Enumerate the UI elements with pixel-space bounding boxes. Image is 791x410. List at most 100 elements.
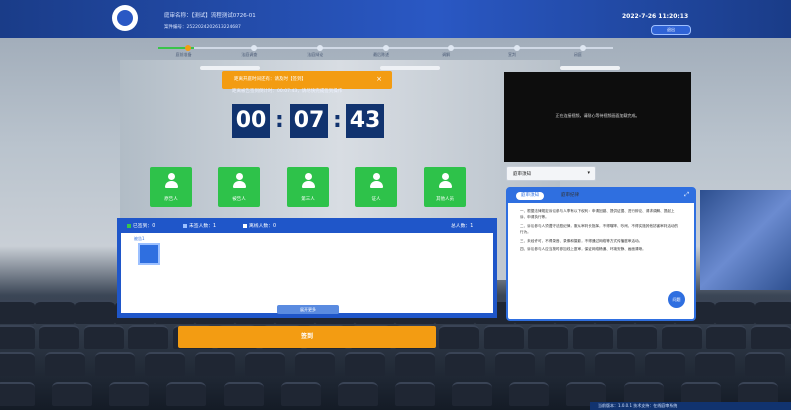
seat (45, 352, 85, 376)
progress-step-dot (448, 45, 455, 51)
chevron-down-icon: ▾ (587, 170, 590, 176)
seat (83, 325, 124, 349)
role-button[interactable]: 原告人 (150, 167, 192, 207)
seat (39, 325, 80, 349)
progress-step-dot (382, 45, 389, 51)
seat (109, 382, 150, 406)
progress-step-label: 法庭调查 (241, 52, 258, 57)
notice-text-body: 一、根据法律规定诉讼参与人享有以下权利：申请回避、提供证据、进行辩论、请求调解、… (520, 208, 680, 254)
third-party-icon (301, 173, 315, 189)
exit-button[interactable]: 退出 (651, 25, 691, 35)
notice-paragraph: 三、未经许可，不得录音、录像和摄影，不得通过网络等方式传播庭审活动。 (520, 238, 643, 243)
plaintiff-icon (164, 173, 178, 189)
other-icon (438, 173, 452, 189)
seat (0, 300, 35, 324)
seat (528, 325, 569, 349)
progress-step-label: 庭前准备 (175, 52, 192, 57)
role-button[interactable]: 证人 (355, 167, 397, 207)
progress-step-dot (185, 45, 191, 51)
seat (509, 382, 550, 406)
progress-step-dot (250, 45, 257, 51)
attendance-panel: 已签到：0 未签人数：1 离线人数：0 总人数：1 (117, 218, 497, 318)
video-panel: 正在连接视频，请耐心等待视频画面加载完成。 (504, 72, 691, 162)
video-placeholder-text: 正在连接视频，请耐心等待视频画面加载完成。 (555, 113, 640, 118)
role-button[interactable]: 第三人 (287, 167, 329, 207)
countdown-subtitle: 距离被告签到倒计时：00:07:43，请尽快完成签到操作 (232, 89, 343, 94)
seat (617, 325, 658, 349)
signed-count: 已签到：0 (127, 222, 155, 229)
timer-seconds: 43 (346, 104, 384, 138)
seat (0, 325, 35, 349)
seat (661, 325, 702, 349)
courtroom-display-screen (700, 190, 791, 290)
progress-step-label: 宣判 (507, 52, 516, 57)
seat (195, 352, 235, 376)
trial-progress-bar: 庭前准备 法庭调查 法庭辩论 最后陈述 调解 宣判 闭庭 (158, 44, 613, 58)
timer-minutes: 07 (290, 104, 328, 138)
timer-separator: : (275, 108, 284, 133)
seat (706, 325, 747, 349)
attendee-list (121, 233, 493, 313)
header-datetime: 2022-7-26 11:20:13 (622, 13, 689, 20)
signin-notice-banner: 距离开庭时间还有：请及时【签到】 × (222, 71, 392, 89)
tab-trial-notice[interactable]: 庭审须知 (516, 192, 544, 200)
role-label: 被告人 (232, 197, 246, 202)
tab-trial-discipline[interactable]: 庭审纪律 (556, 192, 584, 200)
footer-status: 当前版本：1.0.0.1 技术支持：在线庭审系统 (590, 402, 791, 410)
defendant-icon (232, 173, 246, 189)
notice-text: 距离开庭时间还有：请及时【签到】 (234, 77, 306, 82)
seat (439, 325, 480, 349)
seat (223, 382, 264, 406)
help-fab-button[interactable]: 问题 (668, 291, 685, 308)
progress-step-label: 最后陈述 (373, 52, 390, 57)
seat (645, 352, 685, 376)
seat (452, 382, 493, 406)
court-logo-icon (112, 5, 138, 31)
seat (695, 352, 735, 376)
seat (750, 325, 791, 349)
seat (395, 352, 435, 376)
role-button[interactable]: 被告人 (218, 167, 260, 207)
attendee-avatar[interactable] (138, 243, 160, 265)
total-count: 总人数：1 (451, 224, 474, 229)
timer-hours: 00 (232, 104, 270, 138)
seat (545, 352, 585, 376)
seat (483, 325, 524, 349)
role-button[interactable]: 其他人员 (424, 167, 466, 207)
seat (445, 352, 485, 376)
seat (280, 382, 321, 406)
seat (166, 382, 207, 406)
seat (295, 352, 335, 376)
seat (128, 325, 169, 349)
meeting-title: 庭审名称：【测试】流程测试0726-01 (164, 13, 256, 19)
attendance-header: 已签到：0 未签人数：1 离线人数：0 总人数：1 (117, 218, 497, 231)
notice-type-select[interactable]: 庭审须知 ▾ (506, 166, 596, 181)
role-label: 证人 (371, 197, 381, 202)
notice-paragraph: 二、诉讼参与人须遵守法庭纪律，服从审判长指挥，不得喧哗、吵闹，不得实施其他妨害审… (520, 223, 679, 235)
unsigned-count: 未签人数：1 (183, 222, 216, 229)
expand-icon[interactable]: ⤢ (684, 191, 689, 199)
ceiling-lamp (560, 66, 620, 70)
header-bar: 庭审名称：【测试】流程测试0726-01 案件编号：25220242026132… (0, 0, 791, 38)
expand-more-button[interactable]: 展开更多 (277, 305, 339, 314)
timer-separator: : (333, 108, 342, 133)
seat (395, 382, 435, 406)
seat (35, 300, 75, 324)
seat (595, 352, 635, 376)
progress-step-label: 调解 (442, 52, 451, 57)
progress-step-dot (580, 45, 586, 51)
ceiling-lamp (380, 66, 440, 70)
notice-paragraph: 一、根据法律规定诉讼参与人享有以下权利：申请回避、提供证据、进行辩论、请求调解、… (520, 209, 675, 220)
close-icon[interactable]: × (376, 75, 382, 83)
offline-count: 离线人数：0 (243, 222, 276, 229)
seat (745, 352, 785, 376)
role-label: 原告人 (164, 197, 178, 202)
seat (572, 325, 613, 349)
seat (95, 352, 135, 376)
attendee-name: 被告1 (134, 236, 145, 241)
signin-button[interactable]: 签到 (178, 326, 436, 348)
role-label: 其他人员 (436, 197, 454, 202)
seat (0, 352, 35, 376)
notice-tabs: 庭审须知 庭审纪律 ⤢ (508, 189, 694, 203)
progress-step-label: 闭庭 (573, 52, 582, 57)
